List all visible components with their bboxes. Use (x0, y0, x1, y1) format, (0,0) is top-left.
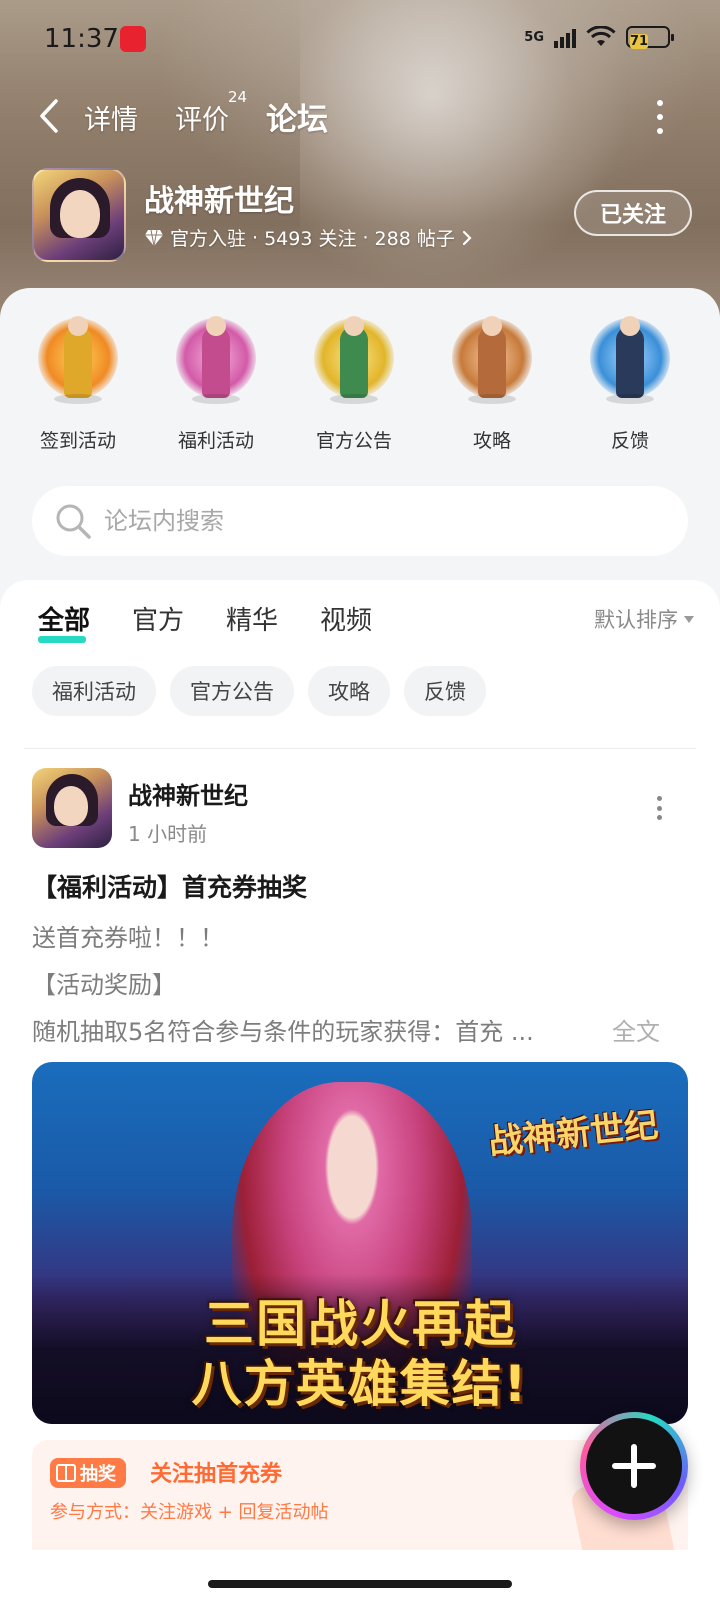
tab-details[interactable]: 详情 (84, 98, 138, 137)
plus-icon (612, 1444, 656, 1488)
reviews-count-badge: 24 (228, 88, 248, 106)
more-options-button[interactable] (650, 100, 670, 134)
create-post-button[interactable] (580, 1412, 688, 1520)
sort-label: 默认排序 (594, 608, 678, 632)
category-chips: 福利活动 官方公告 攻略 反馈 (32, 666, 486, 716)
feed-tab-featured[interactable]: 精华 (226, 600, 278, 637)
chevron-right-icon (462, 230, 472, 245)
top-nav: 详情 评价 24 论坛 (0, 88, 720, 148)
posts-count: 288 帖子 (374, 228, 455, 250)
banner-slogan-line-2: 八方英雄集结! (191, 1355, 529, 1413)
battery-icon: 71 (626, 26, 674, 49)
search-input[interactable] (104, 486, 664, 556)
forum-shortcuts: 签到活动 福利活动 官方公告 攻略 反馈 (0, 308, 720, 458)
chip-announcements[interactable]: 官方公告 (170, 666, 294, 716)
search-icon (56, 504, 91, 539)
shortcut-checkin[interactable]: 签到活动 (18, 308, 138, 458)
lottery-title: 关注抽首充券 (150, 1462, 283, 1487)
gift-icon (56, 1464, 76, 1482)
welfare-hero-icon (170, 308, 262, 412)
feed-active-indicator (38, 636, 86, 643)
sort-dropdown[interactable]: 默认排序 (594, 604, 694, 634)
tab-forum[interactable]: 论坛 (266, 94, 328, 139)
guides-hero-icon (446, 308, 538, 412)
post-banner-image[interactable]: 战神新世纪 三国战火再起 八方英雄集结! (32, 1062, 688, 1424)
shortcut-feedback[interactable]: 反馈 (570, 308, 690, 458)
separator: · (362, 226, 369, 249)
follow-button[interactable]: 已关注 (574, 190, 692, 236)
feedback-hero-icon (584, 308, 676, 412)
back-button[interactable] (34, 94, 64, 138)
wifi-icon (586, 26, 616, 46)
shortcut-announcements[interactable]: 官方公告 (294, 308, 414, 458)
shortcut-welfare[interactable]: 福利活动 (156, 308, 276, 458)
feed-tab-official[interactable]: 官方 (132, 600, 184, 637)
game-title: 战神新世纪 (144, 184, 294, 219)
feed-tab-video[interactable]: 视频 (320, 600, 372, 637)
home-indicator[interactable] (208, 1580, 512, 1588)
checkin-hero-icon (32, 308, 124, 412)
post-author[interactable]: 战神新世纪 (128, 776, 248, 811)
game-icon[interactable] (32, 168, 126, 262)
chip-feedback[interactable]: 反馈 (404, 666, 486, 716)
game-stats[interactable]: 官方入驻 · 5493 关注 · 288 帖子 (144, 224, 473, 251)
followers-count: 5493 关注 (264, 228, 357, 250)
status-bar: 11:37 5G 71 (0, 22, 720, 58)
read-full-text-link[interactable]: 全文 (612, 1012, 660, 1047)
battery-level: 71 (630, 34, 649, 49)
game-header-banner: 11:37 5G 71 详情 评价 24 论坛 战神新世纪 官方入驻 · 549… (0, 0, 720, 320)
shortcut-guides[interactable]: 攻略 (432, 308, 552, 458)
post-time: 1 小时前 (128, 822, 208, 846)
official-label: 官方入驻 (170, 228, 247, 250)
notification-app-icon (120, 26, 146, 52)
post-body-line: 随机抽取5名符合参与条件的玩家获得：首充 ... (32, 1018, 534, 1046)
signal-icon (554, 26, 576, 48)
divider (24, 748, 696, 749)
separator: · (252, 226, 259, 249)
chip-welfare[interactable]: 福利活动 (32, 666, 156, 716)
author-avatar[interactable] (32, 768, 112, 848)
feed-tab-all[interactable]: 全部 (38, 600, 90, 637)
chip-guides[interactable]: 攻略 (308, 666, 390, 716)
tab-reviews[interactable]: 评价 (175, 98, 229, 137)
caret-down-icon (684, 615, 694, 623)
post-body-line: 送首充券啦！！！ (32, 924, 224, 952)
lottery-badge: 抽奖 (50, 1458, 126, 1488)
post-title[interactable]: 【福利活动】首充券抽奖 (32, 868, 307, 904)
feed-filter-tabs: 全部 官方 精华 视频 默认排序 (0, 600, 720, 650)
network-type: 5G (524, 29, 544, 45)
post-more-button[interactable] (654, 796, 664, 820)
lottery-method: 参与方式：关注游戏 + 回复活动帖 (50, 1502, 329, 1523)
status-time: 11:37 (44, 24, 119, 54)
post-body-line: 【活动奖励】 (32, 971, 176, 999)
chevron-left-icon (40, 99, 58, 133)
game-info: 战神新世纪 官方入驻 · 5493 关注 · 288 帖子 已关注 (32, 168, 692, 264)
diamond-icon (145, 229, 163, 246)
announcements-hero-icon (308, 308, 400, 412)
game-logo-text: 战神新世纪 (486, 1105, 660, 1163)
forum-search-bar[interactable] (32, 486, 688, 556)
forum-panel: 签到活动 福利活动 官方公告 攻略 反馈 论坛内搜索 全部 官方 精华 视频 默… (0, 288, 720, 1600)
